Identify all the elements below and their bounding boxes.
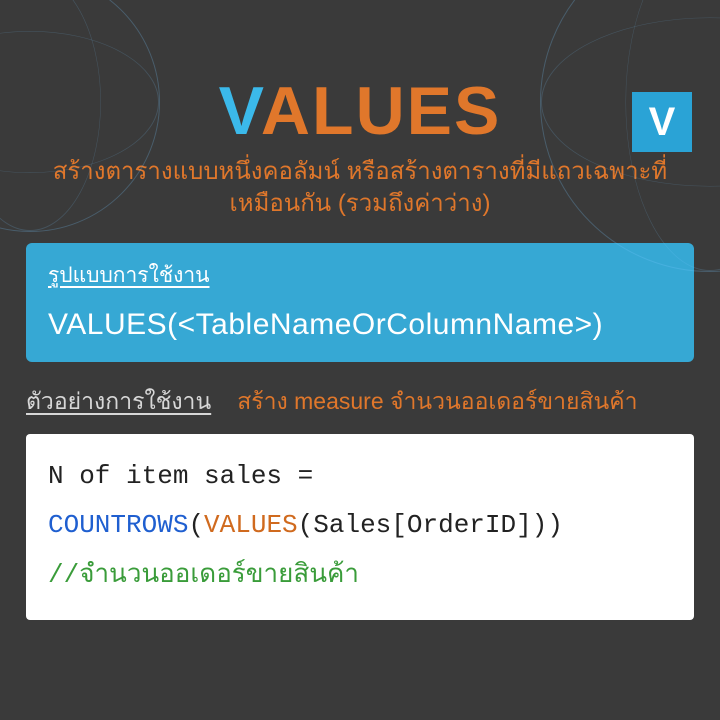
code-line-1: N of item sales = bbox=[48, 452, 672, 501]
code-args: (Sales[OrderID])) bbox=[298, 510, 563, 540]
code-line-2: COUNTROWS(VALUES(Sales[OrderID])) bbox=[48, 501, 672, 550]
page-subtitle: สร้างตารางแบบหนึ่งคอลัมน์ หรือสร้างตาราง… bbox=[40, 156, 680, 221]
fn-values: VALUES bbox=[204, 510, 298, 540]
usage-label: รูปแบบการใช้งาน bbox=[48, 259, 672, 292]
letter-badge: V bbox=[632, 92, 692, 152]
code-box: N of item sales = COUNTROWS(VALUES(Sales… bbox=[26, 434, 694, 620]
paren-open: ( bbox=[188, 510, 204, 540]
page-title: VALUES bbox=[0, 72, 720, 150]
title-first-letter: V bbox=[219, 73, 261, 149]
title-rest: ALUES bbox=[261, 73, 501, 149]
usage-panel: รูปแบบการใช้งาน VALUES(<TableNameOrColum… bbox=[26, 243, 694, 362]
usage-syntax: VALUES(<TableNameOrColumnName>) bbox=[48, 308, 672, 342]
example-row: ตัวอย่างการใช้งาน สร้าง measure จำนวนออเ… bbox=[26, 384, 694, 420]
example-label: ตัวอย่างการใช้งาน bbox=[26, 384, 211, 420]
fn-countrows: COUNTROWS bbox=[48, 510, 188, 540]
badge-letter: V bbox=[649, 100, 676, 145]
code-comment: //จำนวนออเดอร์ขายสินค้า bbox=[48, 551, 672, 600]
example-description: สร้าง measure จำนวนออเดอร์ขายสินค้า bbox=[237, 384, 637, 420]
